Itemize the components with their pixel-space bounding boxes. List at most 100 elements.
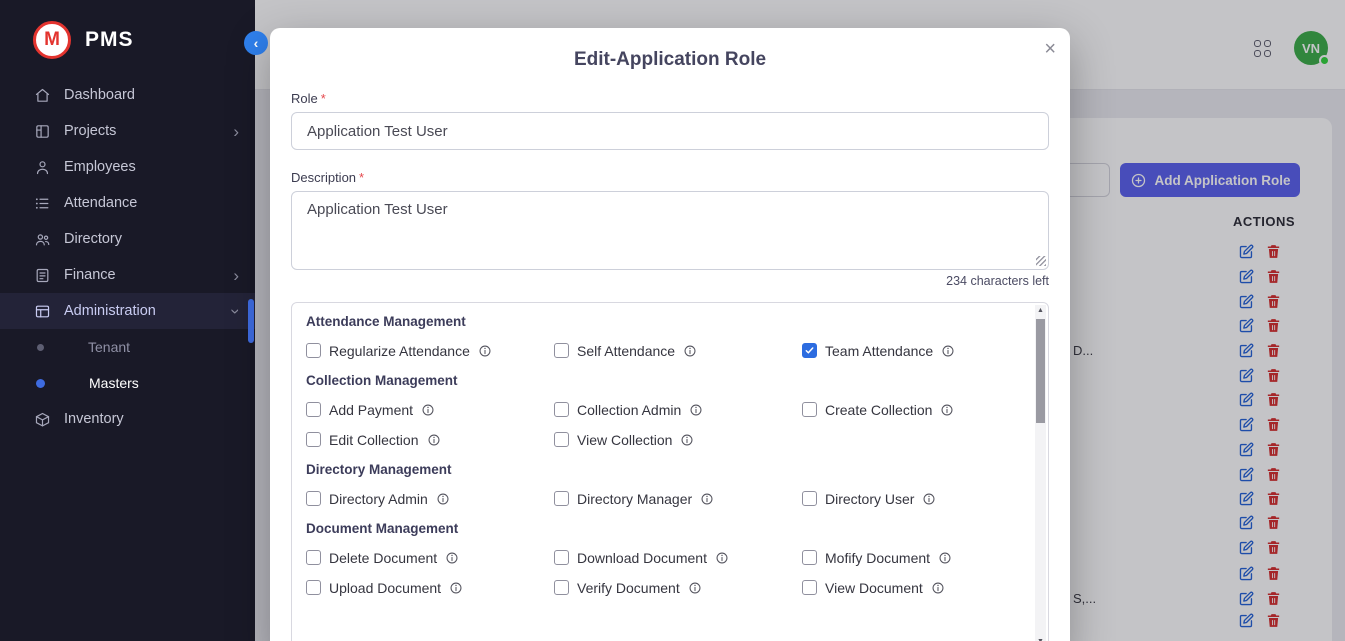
bullet-icon	[37, 344, 44, 351]
permission-item-self-attendance[interactable]: Self Attendance	[554, 340, 802, 361]
checkbox-verify-document[interactable]	[554, 580, 569, 595]
sidebar-subitem-masters[interactable]: Masters	[0, 365, 255, 401]
info-icon[interactable]	[940, 403, 954, 417]
sidebar-item-label: Finance	[64, 267, 116, 283]
sidebar-collapse-button[interactable]: ‹	[244, 31, 268, 55]
info-icon[interactable]	[689, 403, 703, 417]
sidebar-item-dashboard[interactable]: Dashboard	[0, 77, 255, 113]
chevron-right-icon: ›	[233, 267, 239, 284]
permission-label: Directory User	[825, 491, 914, 507]
permission-label: Create Collection	[825, 402, 932, 418]
description-textarea[interactable]: Application Test User	[291, 191, 1049, 270]
permission-grid: Regularize AttendanceSelf AttendanceTeam…	[306, 340, 1022, 361]
sidebar-item-label: Attendance	[64, 195, 137, 211]
checkbox-collection-admin[interactable]	[554, 402, 569, 417]
permission-item-delete-document[interactable]: Delete Document	[306, 547, 554, 568]
permission-item-download-document[interactable]: Download Document	[554, 547, 802, 568]
permission-item-mofify-document[interactable]: Mofify Document	[802, 547, 1022, 568]
permissions-scrollbar[interactable]: ▲ ▼	[1035, 305, 1046, 641]
sidebar-item-administration[interactable]: Administration›	[0, 293, 255, 329]
permission-section-title: Directory Management	[306, 462, 1022, 477]
checkbox-download-document[interactable]	[554, 550, 569, 565]
permission-item-directory-manager[interactable]: Directory Manager	[554, 488, 802, 509]
info-icon[interactable]	[922, 492, 936, 506]
scrollbar-thumb[interactable]	[1036, 319, 1045, 423]
close-icon: ×	[1044, 38, 1056, 60]
logo[interactable]: M PMS	[0, 0, 255, 77]
checkbox-view-collection[interactable]	[554, 432, 569, 447]
checkbox-upload-document[interactable]	[306, 580, 321, 595]
close-button[interactable]: ×	[1044, 38, 1056, 61]
checkbox-create-collection[interactable]	[802, 402, 817, 417]
employee-icon	[34, 159, 51, 176]
info-icon[interactable]	[680, 433, 694, 447]
checkbox-team-attendance[interactable]	[802, 343, 817, 358]
checkbox-directory-admin[interactable]	[306, 491, 321, 506]
permission-label: View Collection	[577, 432, 672, 448]
permission-item-view-collection[interactable]: View Collection	[554, 429, 802, 450]
permission-item-team-attendance[interactable]: Team Attendance	[802, 340, 1022, 361]
app-root: M PMS DashboardProjects› Employees Attenda…	[0, 0, 1345, 641]
permission-item-directory-admin[interactable]: Directory Admin	[306, 488, 554, 509]
logo-text: PMS	[85, 28, 134, 52]
chevron-right-icon: ›	[233, 123, 239, 140]
checkbox-self-attendance[interactable]	[554, 343, 569, 358]
inventory-icon	[34, 411, 51, 428]
info-icon[interactable]	[700, 492, 714, 506]
administration-icon	[34, 303, 51, 320]
info-icon[interactable]	[449, 581, 463, 595]
permission-item-add-payment[interactable]: Add Payment	[306, 399, 554, 420]
sidebar-item-projects[interactable]: Projects›	[0, 113, 255, 149]
sidebar-item-attendance[interactable]: Attendance	[0, 185, 255, 221]
checkbox-edit-collection[interactable]	[306, 432, 321, 447]
role-input[interactable]	[291, 112, 1049, 150]
chevron-down-icon: ›	[228, 308, 245, 314]
info-icon[interactable]	[421, 403, 435, 417]
description-field-wrapper: Application Test User	[291, 191, 1049, 270]
checkbox-regularize-attendance[interactable]	[306, 343, 321, 358]
checkbox-view-document[interactable]	[802, 580, 817, 595]
info-icon[interactable]	[445, 551, 459, 565]
permission-item-verify-document[interactable]: Verify Document	[554, 577, 802, 598]
info-icon[interactable]	[688, 581, 702, 595]
permission-section-title: Attendance Management	[306, 314, 1022, 329]
role-label: Role*	[291, 91, 1049, 106]
checkbox-mofify-document[interactable]	[802, 550, 817, 565]
checkbox-add-payment[interactable]	[306, 402, 321, 417]
sidebar-item-finance[interactable]: Finance ›	[0, 257, 255, 293]
permission-item-create-collection[interactable]: Create Collection	[802, 399, 1022, 420]
sidebar-item-directory[interactable]: Directory	[0, 221, 255, 257]
sidebar-scrollbar-thumb[interactable]	[248, 299, 254, 343]
permission-item-upload-document[interactable]: Upload Document	[306, 577, 554, 598]
info-icon[interactable]	[938, 551, 952, 565]
permission-item-collection-admin[interactable]: Collection Admin	[554, 399, 802, 420]
permission-label: Download Document	[577, 550, 707, 566]
sidebar-item-label: Employees	[64, 159, 136, 175]
permissions-container: Attendance Management Regularize Attendan…	[291, 302, 1049, 641]
info-icon[interactable]	[683, 344, 697, 358]
required-asterisk: *	[321, 91, 326, 106]
permission-item-edit-collection[interactable]: Edit Collection	[306, 429, 554, 450]
permission-label: Edit Collection	[329, 432, 419, 448]
info-icon[interactable]	[478, 344, 492, 358]
info-icon[interactable]	[715, 551, 729, 565]
info-icon[interactable]	[931, 581, 945, 595]
info-icon[interactable]	[436, 492, 450, 506]
checkbox-delete-document[interactable]	[306, 550, 321, 565]
permission-grid: Directory AdminDirectory Manager Director…	[306, 488, 1022, 509]
resize-handle-icon[interactable]	[1036, 256, 1046, 266]
permission-item-view-document[interactable]: View Document	[802, 577, 1022, 598]
info-icon[interactable]	[427, 433, 441, 447]
permission-item-regularize-attendance[interactable]: Regularize Attendance	[306, 340, 554, 361]
checkbox-directory-manager[interactable]	[554, 491, 569, 506]
bullet-icon	[36, 379, 45, 388]
permission-label: Delete Document	[329, 550, 437, 566]
sidebar-item-inventory[interactable]: Inventory	[0, 401, 255, 437]
info-icon[interactable]	[941, 344, 955, 358]
chevron-left-icon: ‹	[254, 35, 259, 51]
checkbox-directory-user[interactable]	[802, 491, 817, 506]
sidebar-item-employees[interactable]: Employees	[0, 149, 255, 185]
permission-item-directory-user[interactable]: Directory User	[802, 488, 1022, 509]
sidebar-subitem-tenant[interactable]: Tenant	[0, 329, 255, 365]
scroll-up-arrow-icon[interactable]: ▲	[1035, 307, 1046, 314]
